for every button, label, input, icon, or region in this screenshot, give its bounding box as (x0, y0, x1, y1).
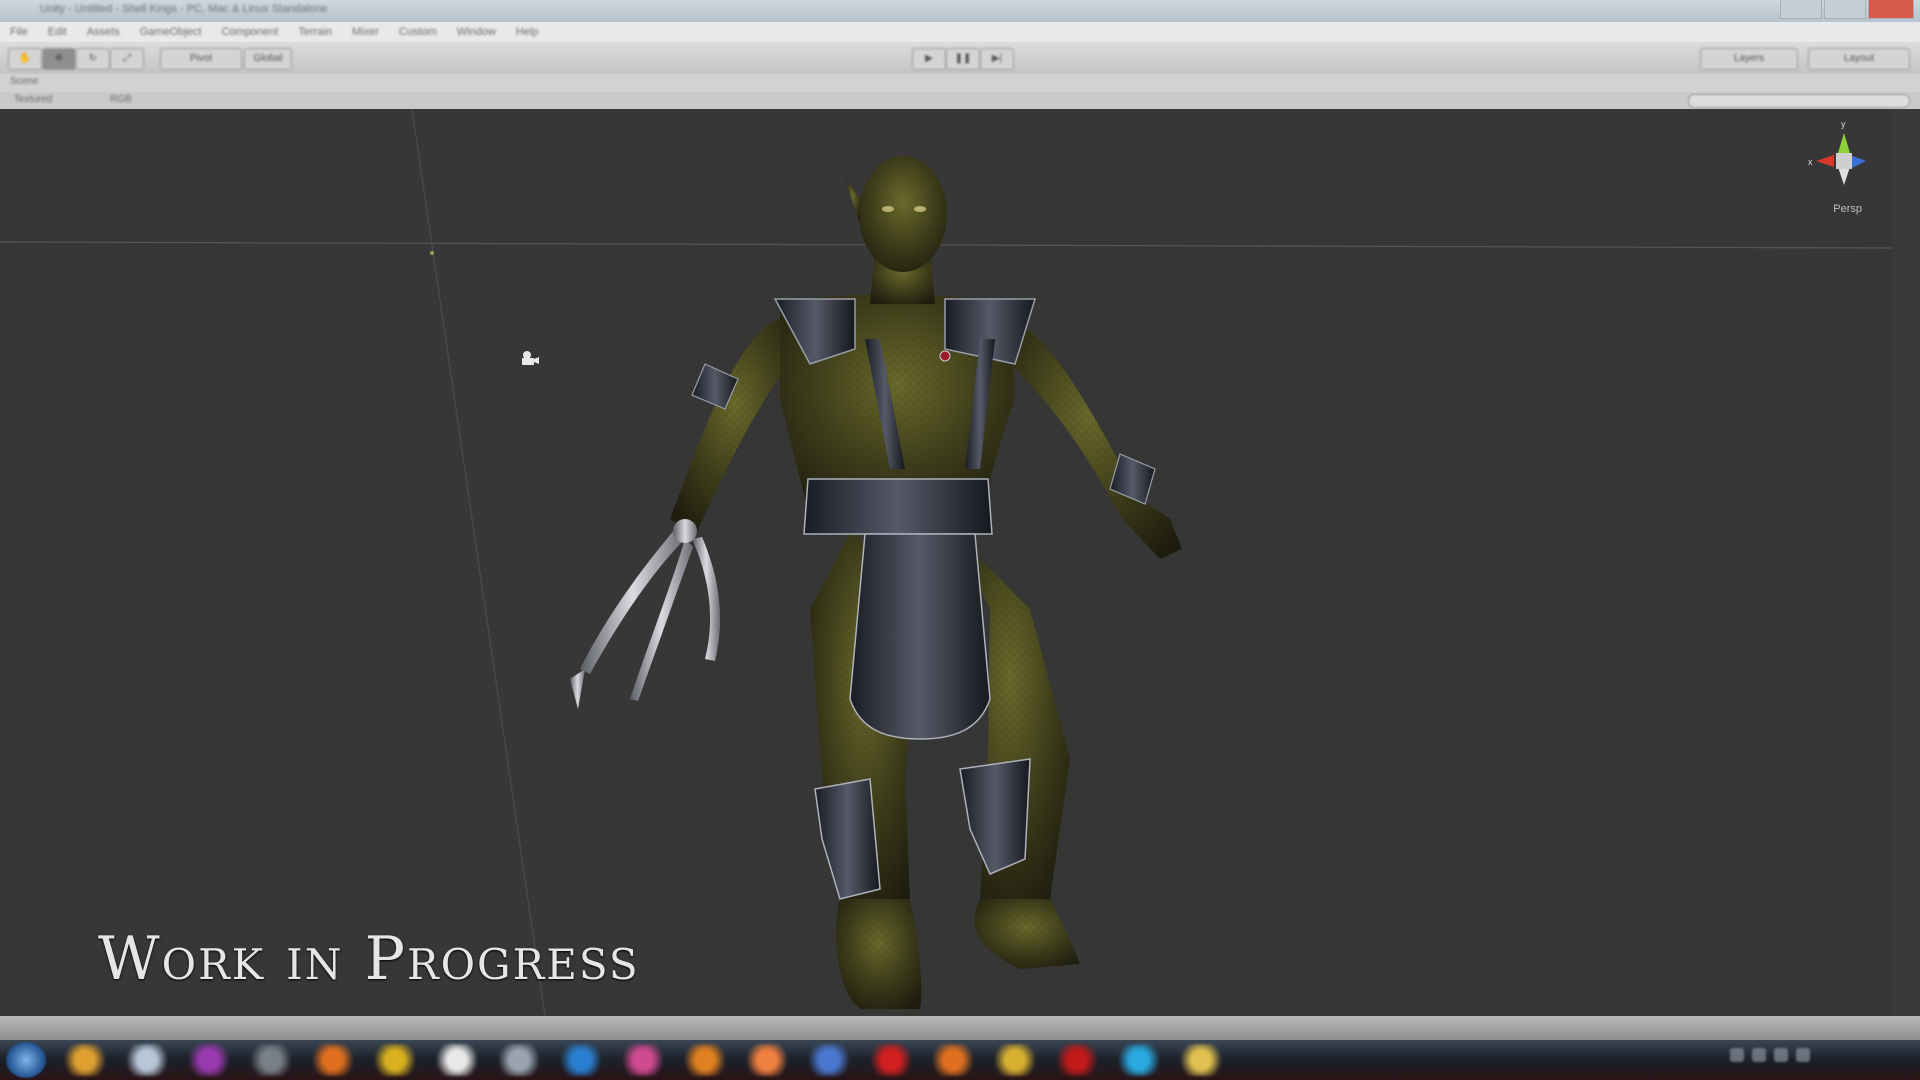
pivot-label: Pivot (189, 53, 213, 64)
watermark-text: Work in Progress (98, 924, 640, 994)
taskbar-app-document[interactable] (434, 1044, 480, 1076)
play-icon: ▶ (925, 53, 933, 64)
taskbar-app-notepad[interactable] (124, 1044, 170, 1076)
windows-taskbar (0, 1040, 1920, 1080)
window-title: Unity - Untitled - Shell Kings - PC, Mac… (40, 3, 328, 15)
menu-window[interactable]: Window (447, 26, 506, 38)
scene-control-bar: Textured RGB (0, 92, 1920, 109)
layers-label: Layers (1733, 53, 1764, 64)
main-toolbar: ✋ ✥ ↻ ⤢ Pivot Global ▶ ❚❚ ▶| Layers Layo… (0, 42, 1920, 74)
taskbar-app-opera[interactable] (1054, 1044, 1100, 1076)
menu-assets[interactable]: Assets (77, 26, 130, 38)
taskbar-app-folder[interactable] (1178, 1044, 1224, 1076)
global-toggle[interactable]: Global (244, 48, 292, 70)
pause-icon: ❚❚ (954, 53, 972, 64)
menu-component[interactable]: Component (211, 26, 288, 38)
shading-mode-dropdown[interactable]: Textured (14, 94, 52, 105)
axis-y-label: y (1841, 119, 1846, 129)
taskbar-app-media[interactable] (186, 1044, 232, 1076)
scene-viewport[interactable]: y x Persp Work in Progress (0, 109, 1892, 1016)
close-button[interactable] (1868, 0, 1914, 19)
taskbar-app-acrobat[interactable] (868, 1044, 914, 1076)
taskbar-app-pink[interactable] (620, 1044, 666, 1076)
menu-custom[interactable]: Custom (389, 26, 447, 38)
tray-icon[interactable] (1730, 1048, 1744, 1062)
taskbar-app-gold[interactable] (992, 1044, 1038, 1076)
scene-tab[interactable]: Scene (0, 74, 1920, 93)
taskbar-app-explorer[interactable] (62, 1044, 108, 1076)
axis-x-label: x (1808, 157, 1813, 167)
step-icon: ▶| (991, 53, 1003, 64)
taskbar-app-orange-2[interactable] (744, 1044, 790, 1076)
scene-search-input[interactable] (1688, 94, 1910, 108)
maximize-button[interactable] (1824, 0, 1866, 19)
volume-icon[interactable] (1796, 1048, 1810, 1062)
scene-tab-label: Scene (10, 76, 39, 87)
scale-icon: ⤢ (123, 53, 131, 64)
play-button[interactable]: ▶ (912, 48, 946, 70)
pause-button[interactable]: ❚❚ (946, 48, 980, 70)
taskbar-app-skype[interactable] (1116, 1044, 1162, 1076)
pivot-toggle[interactable]: Pivot (160, 48, 242, 70)
tray-icon[interactable] (1752, 1048, 1766, 1062)
step-button[interactable]: ▶| (980, 48, 1014, 70)
taskbar-app-tool[interactable] (248, 1044, 294, 1076)
view-projection-label[interactable]: Persp (1833, 203, 1862, 215)
move-icon: ✥ (54, 53, 64, 64)
network-icon[interactable] (1774, 1048, 1788, 1062)
hand-tool-button[interactable]: ✋ (8, 48, 42, 70)
layout-dropdown[interactable]: Layout (1808, 48, 1910, 70)
menu-gameobject[interactable]: GameObject (130, 26, 212, 38)
rotate-icon: ↻ (88, 53, 98, 64)
viewport-scrollbar[interactable] (1892, 109, 1920, 1016)
window-controls (1780, 0, 1914, 19)
menu-edit[interactable]: Edit (38, 26, 77, 38)
taskbar-app-firefox[interactable] (310, 1044, 356, 1076)
hand-icon: ✋ (18, 53, 32, 64)
move-tool-button[interactable]: ✥ (42, 48, 76, 70)
render-mode-dropdown[interactable]: RGB (110, 94, 132, 105)
view-orientation-gizmo[interactable]: y x (1804, 115, 1874, 210)
taskbar-app-media-player[interactable] (496, 1044, 542, 1076)
taskbar-app-yellow[interactable] (372, 1044, 418, 1076)
character-model[interactable] (510, 139, 1270, 1016)
window-titlebar: Unity - Untitled - Shell Kings - PC, Mac… (0, 0, 1920, 22)
layers-dropdown[interactable]: Layers (1700, 48, 1798, 70)
menu-bar: File Edit Assets GameObject Component Te… (0, 22, 1920, 42)
layout-label: Layout (1843, 53, 1875, 64)
menu-file[interactable]: File (0, 26, 38, 38)
system-tray (1730, 1048, 1810, 1062)
menu-terrain[interactable]: Terrain (288, 26, 342, 38)
rotate-tool-button[interactable]: ↻ (76, 48, 110, 70)
taskbar-app-orange[interactable] (682, 1044, 728, 1076)
scale-tool-button[interactable]: ⤢ (110, 48, 144, 70)
taskbar-app-blue[interactable] (806, 1044, 852, 1076)
start-button[interactable] (6, 1042, 46, 1078)
menu-mixer[interactable]: Mixer (342, 26, 389, 38)
menu-help[interactable]: Help (506, 26, 549, 38)
taskbar-app-firefox-2[interactable] (930, 1044, 976, 1076)
taskbar-app-photoshop[interactable] (558, 1044, 604, 1076)
status-bar (0, 1016, 1920, 1040)
global-label: Global (253, 53, 283, 64)
minimize-button[interactable] (1780, 0, 1822, 19)
